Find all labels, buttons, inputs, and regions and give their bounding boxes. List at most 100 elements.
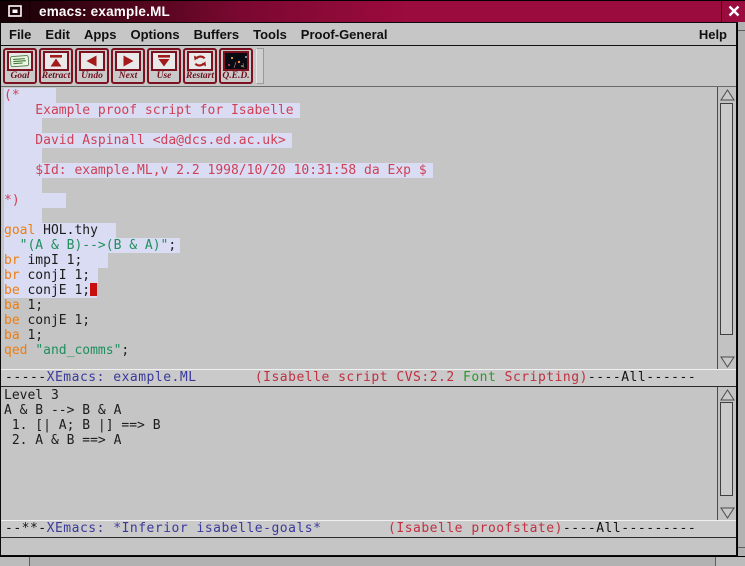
script-line[interactable]: goal HOL.thy — [4, 223, 717, 238]
scrollbar-down-arrow-icon[interactable] — [719, 506, 735, 519]
title-bar[interactable]: emacs: example.ML — [0, 0, 745, 22]
toolbar-button-undo[interactable]: Undo — [75, 48, 109, 84]
goals-scrollbar[interactable] — [717, 387, 736, 520]
script-line[interactable]: be conjE 1; — [4, 283, 717, 298]
script-line[interactable]: *) — [4, 193, 717, 208]
script-line[interactable]: ba 1; — [4, 298, 717, 313]
frame-resize-corner-bottom — [738, 547, 745, 548]
goals-line[interactable]: 2. A & B ==> A — [4, 433, 717, 448]
menu-item-edit[interactable]: Edit — [45, 27, 70, 42]
locked-region-highlight — [4, 208, 42, 223]
script-line[interactable]: br impI 1; — [4, 253, 717, 268]
modeline-segment: ----All------ — [588, 370, 696, 385]
frame-border-right[interactable] — [737, 22, 745, 556]
script-line[interactable]: br conjI 1; — [4, 268, 717, 283]
locked-region-highlight: Example proof script for Isabelle — [4, 103, 300, 118]
script-line[interactable]: be conjE 1; — [4, 313, 717, 328]
script-buffer[interactable]: (* Example proof script for Isabelle Dav… — [1, 87, 717, 369]
proof-general-toolbar: Goal Retract Undo Next UseRestart Q.E.D. — [1, 46, 736, 87]
script-line[interactable]: Example proof script for Isabelle — [4, 103, 717, 118]
modeline-segment: ----- — [5, 370, 47, 385]
toolbar-button-label: Goal — [5, 71, 35, 82]
locked-region-highlight: David Aspinall <da@dcs.ed.ac.uk> — [4, 133, 292, 148]
modeline-segment: (Isabelle proofstate) — [388, 521, 563, 536]
scrollbar-down-arrow-icon[interactable] — [719, 355, 735, 368]
menu-item-help[interactable]: Help — [699, 27, 736, 42]
toolbar-button-retract[interactable]: Retract — [39, 48, 73, 84]
undo-left-arrow-icon — [79, 51, 105, 71]
menu-item-options[interactable]: Options — [130, 27, 179, 42]
script-scrollbar-thumb[interactable] — [720, 103, 733, 335]
locked-region-highlight: be conjE 1; — [4, 283, 97, 298]
script-line[interactable]: $Id: example.ML,v 2.2 1998/10/20 10:31:5… — [4, 163, 717, 178]
toolbar-button-label: Next — [113, 71, 143, 82]
script-line[interactable] — [4, 148, 717, 163]
window-menu-button[interactable] — [0, 1, 30, 22]
scrollbar-up-arrow-icon[interactable] — [719, 88, 735, 101]
script-line[interactable]: David Aspinall <da@dcs.ed.ac.uk> — [4, 133, 717, 148]
modeline-segment — [321, 521, 388, 536]
text-cursor — [90, 283, 97, 296]
qed-fireworks-icon — [223, 51, 249, 71]
locked-region-highlight: *) — [4, 193, 66, 208]
modeline-script[interactable]: -----XEmacs: example.ML (Isabelle script… — [1, 369, 736, 387]
locked-region-highlight: $Id: example.ML,v 2.2 1998/10/20 10:31:5… — [4, 163, 433, 178]
modeline-goals[interactable]: --**-XEmacs: *Inferior isabelle-goals* (… — [1, 520, 736, 538]
menu-item-buffers[interactable]: Buffers — [194, 27, 240, 42]
xemacs-window: emacs: example.ML File Edit Apps Options Buf… — [0, 0, 745, 566]
goals-buffer[interactable]: Level 3A & B --> B & A 1. [| A; B |] ==>… — [1, 387, 717, 520]
scrollbar-up-arrow-icon[interactable] — [719, 388, 735, 401]
menu-item-tools[interactable]: Tools — [253, 27, 287, 42]
script-line[interactable] — [4, 178, 717, 193]
menubar: File Edit Apps Options Buffers Tools Proof-Gen… — [1, 23, 736, 46]
toolbar-empty-slot — [256, 48, 264, 84]
frame-resize-corner-right[interactable] — [715, 557, 745, 566]
modeline-segment: XEmacs: example.ML — [47, 370, 197, 385]
goals-buffer-window: Level 3A & B --> B & A 1. [| A; B |] ==>… — [1, 387, 736, 520]
use-to-bottom-icon — [151, 51, 177, 71]
toolbar-button-label: Undo — [77, 71, 107, 82]
goals-line[interactable]: 1. [| A; B |] ==> B — [4, 418, 717, 433]
script-line[interactable]: qed "and_comms"; — [4, 343, 717, 358]
goal-scroll-icon — [7, 51, 33, 71]
frame-resize-corner-left[interactable] — [0, 557, 30, 566]
restart-cycle-icon — [187, 51, 213, 71]
locked-region-highlight — [4, 178, 42, 193]
script-line[interactable]: (* — [4, 88, 717, 103]
next-right-arrow-icon — [115, 51, 141, 71]
menu-item-proof-general[interactable]: Proof-General — [301, 27, 388, 42]
script-buffer-window: (* Example proof script for Isabelle Dav… — [1, 87, 736, 369]
minibuffer[interactable] — [1, 538, 736, 555]
script-line[interactable]: "(A & B)-->(B & A)"; — [4, 238, 717, 253]
locked-region-highlight — [4, 118, 42, 133]
close-button[interactable] — [721, 1, 745, 22]
toolbar-button-next[interactable]: Next — [111, 48, 145, 84]
modeline-segment: (Isabelle script CVS:2.2 — [255, 370, 463, 385]
locked-region-highlight: (* — [4, 88, 56, 103]
menu-item-apps[interactable]: Apps — [84, 27, 117, 42]
locked-region-highlight: br conjI 1; — [4, 268, 98, 283]
script-scrollbar[interactable] — [717, 87, 736, 369]
script-line[interactable]: ba 1; — [4, 328, 717, 343]
goals-scrollbar-thumb[interactable] — [720, 402, 733, 496]
toolbar-button-use[interactable]: Use — [147, 48, 181, 84]
script-line[interactable] — [4, 118, 717, 133]
toolbar-button-restart[interactable]: Restart — [183, 48, 217, 84]
script-line[interactable] — [4, 208, 717, 223]
menu-item-file[interactable]: File — [9, 27, 31, 42]
goals-line[interactable]: Level 3 — [4, 388, 717, 403]
toolbar-button-goal[interactable]: Goal — [3, 48, 37, 84]
menubar-items: File Edit Apps Options Buffers Tools Proof-Gen… — [1, 27, 699, 42]
window-menu-icon — [8, 2, 22, 21]
frame-border-bottom[interactable] — [0, 556, 745, 566]
modeline-segment: XEmacs: *Inferior isabelle-goals* — [47, 521, 322, 536]
toolbar-button-qed[interactable]: Q.E.D. — [219, 48, 253, 84]
locked-region-highlight: "(A & B)-->(B & A)"; — [4, 238, 180, 253]
close-icon — [728, 2, 740, 21]
goals-line[interactable]: A & B --> B & A — [4, 403, 717, 418]
toolbar-button-label: Q.E.D. — [221, 71, 251, 82]
locked-region-highlight: goal HOL.thy — [4, 223, 116, 238]
locked-region-highlight: br impI 1; — [4, 253, 108, 268]
modeline-segment: ----All--------- — [563, 521, 696, 536]
window-title: emacs: example.ML — [39, 4, 721, 19]
